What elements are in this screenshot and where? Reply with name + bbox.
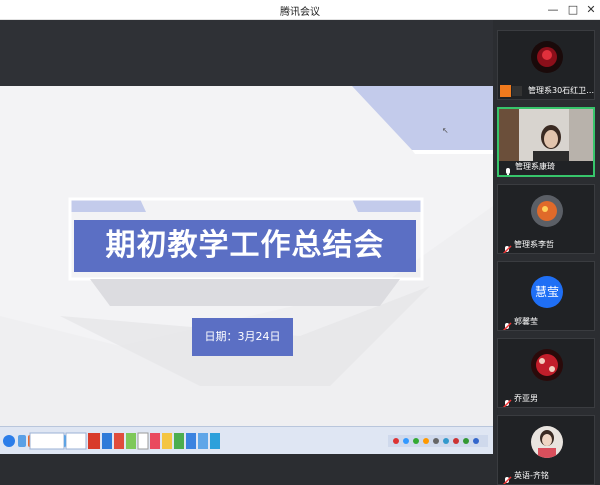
participant-tile[interactable]: 乔亚男 — [497, 338, 595, 408]
presentation-slide: 期初教学工作总结会 日期：3月24日 ↖ — [0, 86, 493, 426]
slide-date: 日期：3月24日 — [192, 318, 293, 356]
participant-name: 郭馨莹 — [514, 317, 538, 326]
mic-muted-icon — [502, 394, 512, 407]
shared-screen-top-area — [0, 20, 493, 86]
orange-fox-avatar-icon — [531, 195, 563, 227]
slide-title: 期初教学工作总结会 — [74, 220, 416, 272]
camera-video — [499, 109, 593, 161]
participants-panel: 管理系30石红卫… 管理系康琦 管理系李哲 慧莹 郭馨莹 乔亚男 英语-齐铭 — [493, 20, 600, 485]
stage-bottom — [0, 454, 493, 480]
mic-muted-icon — [502, 240, 512, 253]
close-icon[interactable]: ✕ — [583, 2, 599, 18]
participant-name: 管理系30石红卫… — [528, 86, 595, 95]
red-pattern-avatar-icon — [531, 349, 563, 381]
participant-status-icons — [500, 85, 522, 97]
participant-tile[interactable]: 管理系李哲 — [497, 184, 595, 254]
mic-muted-icon — [502, 317, 512, 330]
person-avatar-icon — [531, 426, 563, 458]
participant-tile-active[interactable]: 管理系康琦 — [497, 107, 595, 177]
participant-name: 乔亚男 — [514, 394, 538, 403]
participant-name: 管理系李哲 — [514, 240, 554, 249]
shared-screen: 期初教学工作总结会 日期：3月24日 ↖ — [0, 20, 493, 480]
participant-name: 管理系康琦 — [515, 162, 555, 171]
window-title: 腾讯会议 — [280, 7, 320, 18]
mic-icon — [503, 162, 513, 175]
window-titlebar: 腾讯会议 — □ ✕ — [0, 0, 600, 20]
mouse-cursor-icon: ↖ — [442, 126, 449, 135]
text-avatar: 慧莹 — [531, 276, 563, 308]
participant-name: 英语-齐铭 — [514, 471, 549, 480]
participant-tile[interactable]: 管理系30石红卫… — [497, 30, 595, 100]
participant-tile[interactable]: 英语-齐铭 — [497, 415, 595, 485]
shared-taskbar — [0, 426, 493, 454]
participant-tile[interactable]: 慧莹 郭馨莹 — [497, 261, 595, 331]
taskbar-icons — [3, 432, 488, 450]
start-orb-icon — [3, 435, 15, 447]
minimize-icon[interactable]: — — [545, 2, 561, 18]
maximize-icon[interactable]: □ — [565, 2, 581, 18]
red-flower-avatar-icon — [531, 41, 563, 73]
